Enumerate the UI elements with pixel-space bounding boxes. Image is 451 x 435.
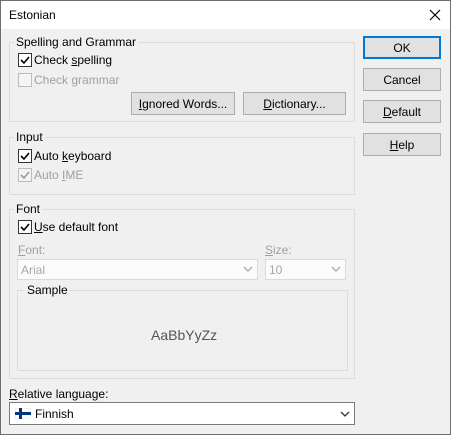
cancel-button[interactable]: Cancel xyxy=(363,68,441,91)
sample-legend: Sample xyxy=(25,283,70,297)
check-spelling-label: Check spelling xyxy=(34,53,113,67)
checkmark-icon xyxy=(20,171,30,180)
chevron-down-icon xyxy=(243,266,253,272)
spelling-grammar-legend: Spelling and Grammar xyxy=(14,35,139,49)
ignored-words-button[interactable]: Ignored Words... xyxy=(131,92,235,115)
use-default-font-label: Use default font xyxy=(34,220,119,234)
auto-keyboard-label: Auto keyboard xyxy=(34,149,112,163)
input-group xyxy=(9,137,355,195)
auto-ime-checkbox[interactable] xyxy=(18,168,32,182)
finland-flag-icon xyxy=(15,408,31,419)
relative-language-select[interactable]: Finnish xyxy=(9,402,355,425)
font-legend: Font xyxy=(14,202,43,216)
window-title: Estonian xyxy=(9,8,56,22)
size-select-value: 10 xyxy=(269,263,283,277)
check-grammar-label: Check grammar xyxy=(34,73,120,87)
help-button[interactable]: Help xyxy=(363,133,441,156)
size-select[interactable]: 10 xyxy=(265,259,346,280)
default-button[interactable]: Default xyxy=(363,100,441,123)
font-label: Font: xyxy=(18,243,46,257)
use-default-font-checkbox[interactable] xyxy=(18,220,32,234)
chevron-down-icon xyxy=(340,411,350,417)
size-label: Size: xyxy=(265,243,292,257)
close-button[interactable] xyxy=(420,1,450,29)
sample-text: AaBbYyZz xyxy=(151,327,218,343)
check-spelling-checkbox[interactable] xyxy=(18,53,32,67)
auto-keyboard-checkbox[interactable] xyxy=(18,149,32,163)
dictionary-button[interactable]: Dictionary... xyxy=(243,92,346,115)
dialog-window: Estonian Spelling and Grammar Check spel… xyxy=(0,0,451,435)
input-legend: Input xyxy=(14,130,45,144)
font-select[interactable]: Arial xyxy=(17,259,258,280)
title-bar: Estonian xyxy=(1,1,450,29)
checkmark-icon xyxy=(20,56,30,65)
relative-language-label: Relative language: xyxy=(9,387,109,401)
close-icon xyxy=(429,9,441,21)
chevron-down-icon xyxy=(331,266,341,272)
check-grammar-checkbox[interactable] xyxy=(18,73,32,87)
checkmark-icon xyxy=(20,152,30,161)
ok-button[interactable]: OK xyxy=(363,36,441,59)
auto-ime-label: Auto IME xyxy=(34,168,84,182)
font-select-value: Arial xyxy=(21,263,46,277)
checkmark-icon xyxy=(20,223,30,232)
relative-language-value: Finnish xyxy=(35,407,74,421)
